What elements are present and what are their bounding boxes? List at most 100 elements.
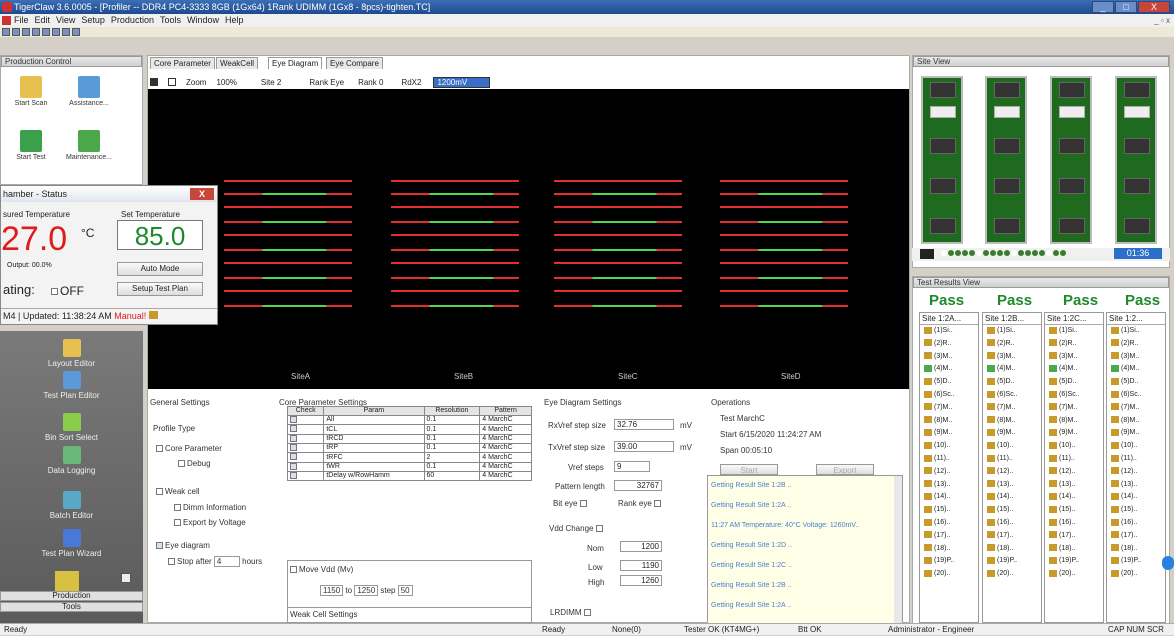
heating-toggle[interactable]: OFF	[51, 284, 84, 298]
result-column[interactable]: Site 1:2C... (1)Si.. (2)R.. (3)M.. (4)M.. (5)…	[1044, 312, 1104, 623]
result-row[interactable]: (10)..	[983, 440, 1041, 453]
result-row[interactable]: (15)..	[1107, 504, 1165, 517]
checkbox[interactable]	[178, 460, 185, 468]
result-row[interactable]: (20)..	[1045, 568, 1103, 581]
result-row[interactable]: (15)..	[1045, 504, 1103, 517]
core-param-option[interactable]: Core Parameter	[156, 444, 222, 453]
dimm-slot-a[interactable]	[921, 76, 963, 244]
row-checkbox[interactable]	[286, 443, 325, 454]
row-checkbox[interactable]	[286, 461, 325, 473]
extra-tool-icon[interactable]	[55, 571, 79, 593]
tx-select[interactable]: 39.00	[614, 441, 674, 452]
bin-sort-item[interactable]: Bin Sort Select	[0, 413, 143, 442]
result-row[interactable]: (10)..	[1107, 440, 1165, 453]
result-row[interactable]: (19)P..	[1045, 555, 1103, 568]
zoom-icon[interactable]	[168, 78, 176, 86]
collapse-icon[interactable]	[121, 573, 131, 583]
result-row[interactable]: (2)R..	[983, 338, 1041, 351]
result-row[interactable]: (16)..	[983, 517, 1041, 530]
export-icon[interactable]	[150, 78, 158, 86]
result-row[interactable]: (5)D..	[920, 376, 978, 389]
lrdimm-option[interactable]: LRDIMM	[550, 608, 593, 617]
column-header[interactable]: Site 1:2...	[1107, 313, 1165, 325]
sync-icon[interactable]	[1162, 556, 1174, 570]
result-row[interactable]: (12)..	[983, 466, 1041, 479]
result-row[interactable]: (2)R..	[1107, 338, 1165, 351]
open-icon[interactable]	[12, 28, 20, 36]
tab-weakcell[interactable]: WeakCell	[216, 57, 259, 69]
result-row[interactable]: (5)D..	[983, 376, 1041, 389]
checkbox[interactable]	[156, 445, 163, 453]
result-row[interactable]: (8)M..	[1045, 415, 1103, 428]
result-row[interactable]: (15)..	[983, 504, 1041, 517]
menu-setup[interactable]: Setup	[81, 14, 105, 27]
checkbox[interactable]	[168, 558, 175, 566]
result-row[interactable]: (10)..	[920, 440, 978, 453]
copy-icon[interactable]	[42, 28, 50, 36]
result-row[interactable]: (18)..	[983, 543, 1041, 556]
result-row[interactable]: (6)Sc..	[920, 389, 978, 402]
checkbox[interactable]	[174, 519, 181, 527]
result-row[interactable]: (14)..	[920, 491, 978, 504]
chamber-close-button[interactable]: X	[190, 188, 214, 200]
paste-icon[interactable]	[52, 28, 60, 36]
result-row[interactable]: (7)M..	[983, 402, 1041, 415]
result-row[interactable]: (11)..	[983, 453, 1041, 466]
result-row[interactable]: (9)M..	[920, 427, 978, 440]
mdi-controls[interactable]: _ ▫ x	[1154, 14, 1170, 27]
menu-help[interactable]: Help	[225, 14, 244, 27]
start-button[interactable]: Start	[720, 464, 778, 475]
result-row[interactable]: (20)..	[983, 568, 1041, 581]
column-header[interactable]: Site 1:2C...	[1045, 313, 1103, 325]
checkbox[interactable]	[156, 488, 163, 496]
export-button[interactable]: Export	[816, 464, 874, 475]
bit-eye-option[interactable]: Bit eye	[553, 499, 589, 508]
result-column[interactable]: Site 1:2A... (1)Si.. (2)R.. (3)M.. (4)M.. (5)…	[919, 312, 979, 623]
log-scrollbar[interactable]	[894, 476, 902, 624]
from-input[interactable]: 1150	[320, 585, 344, 596]
rank-eye-option[interactable]: Rank eye	[618, 499, 663, 508]
weak-cell-option[interactable]: Weak cell	[156, 487, 200, 496]
checkbox-checked[interactable]	[156, 542, 163, 550]
result-row[interactable]: (2)R..	[1045, 338, 1103, 351]
checkbox-checked[interactable]	[579, 500, 587, 508]
result-row[interactable]: (9)M..	[1107, 427, 1165, 440]
result-row[interactable]: (9)M..	[1045, 427, 1103, 440]
result-row[interactable]: (6)Sc..	[1107, 389, 1165, 402]
zoom-select[interactable]: 100%	[216, 78, 236, 87]
to-input[interactable]: 1250	[354, 585, 379, 596]
result-row[interactable]: (4)M..	[1045, 363, 1103, 376]
result-row[interactable]: (16)..	[1107, 517, 1165, 530]
auto-mode-button[interactable]: Auto Mode	[117, 262, 203, 276]
dimm-info-option[interactable]: Dimm Information	[174, 503, 246, 512]
result-row[interactable]: (5)D..	[1107, 376, 1165, 389]
mv-select[interactable]: 1200mV	[433, 76, 491, 88]
result-row[interactable]: (3)M..	[983, 351, 1041, 364]
high-input[interactable]: 1260	[620, 575, 662, 586]
result-row[interactable]: (18)..	[920, 543, 978, 556]
result-row[interactable]: (11)..	[1045, 453, 1103, 466]
site-select[interactable]: Site 2	[261, 78, 281, 87]
row-checkbox[interactable]	[286, 414, 325, 426]
result-row[interactable]: (17)..	[920, 530, 978, 543]
low-input[interactable]: 1190	[620, 560, 662, 571]
result-row[interactable]: (17)..	[1107, 530, 1165, 543]
setup-test-plan-button[interactable]: Setup Test Plan	[117, 282, 203, 296]
result-row[interactable]: (6)Sc..	[983, 389, 1041, 402]
layout-editor-item[interactable]: Layout Editor	[0, 339, 143, 368]
rx-select[interactable]: 32.76	[614, 419, 674, 430]
save-icon[interactable]	[22, 28, 30, 36]
tab-core-parameter[interactable]: Core Parameter	[150, 57, 215, 69]
tab-eye-compare[interactable]: Eye Compare	[326, 57, 383, 69]
result-row[interactable]: (17)..	[1045, 530, 1103, 543]
result-row[interactable]: (1)Si..	[1107, 325, 1165, 338]
test-plan-wizard-item[interactable]: Test Plan Wizard	[0, 529, 143, 558]
result-row[interactable]: (4)M..	[983, 363, 1041, 376]
result-row[interactable]: (13)..	[1107, 479, 1165, 492]
export-voltage-option[interactable]: Export by Voltage	[174, 518, 246, 527]
result-row[interactable]: (14)..	[983, 491, 1041, 504]
dimm-slot-b[interactable]	[985, 76, 1027, 244]
test-plan-editor-item[interactable]: Test Plan Editor	[0, 371, 143, 400]
result-row[interactable]: (12)..	[1107, 466, 1165, 479]
result-row[interactable]: (16)..	[1045, 517, 1103, 530]
